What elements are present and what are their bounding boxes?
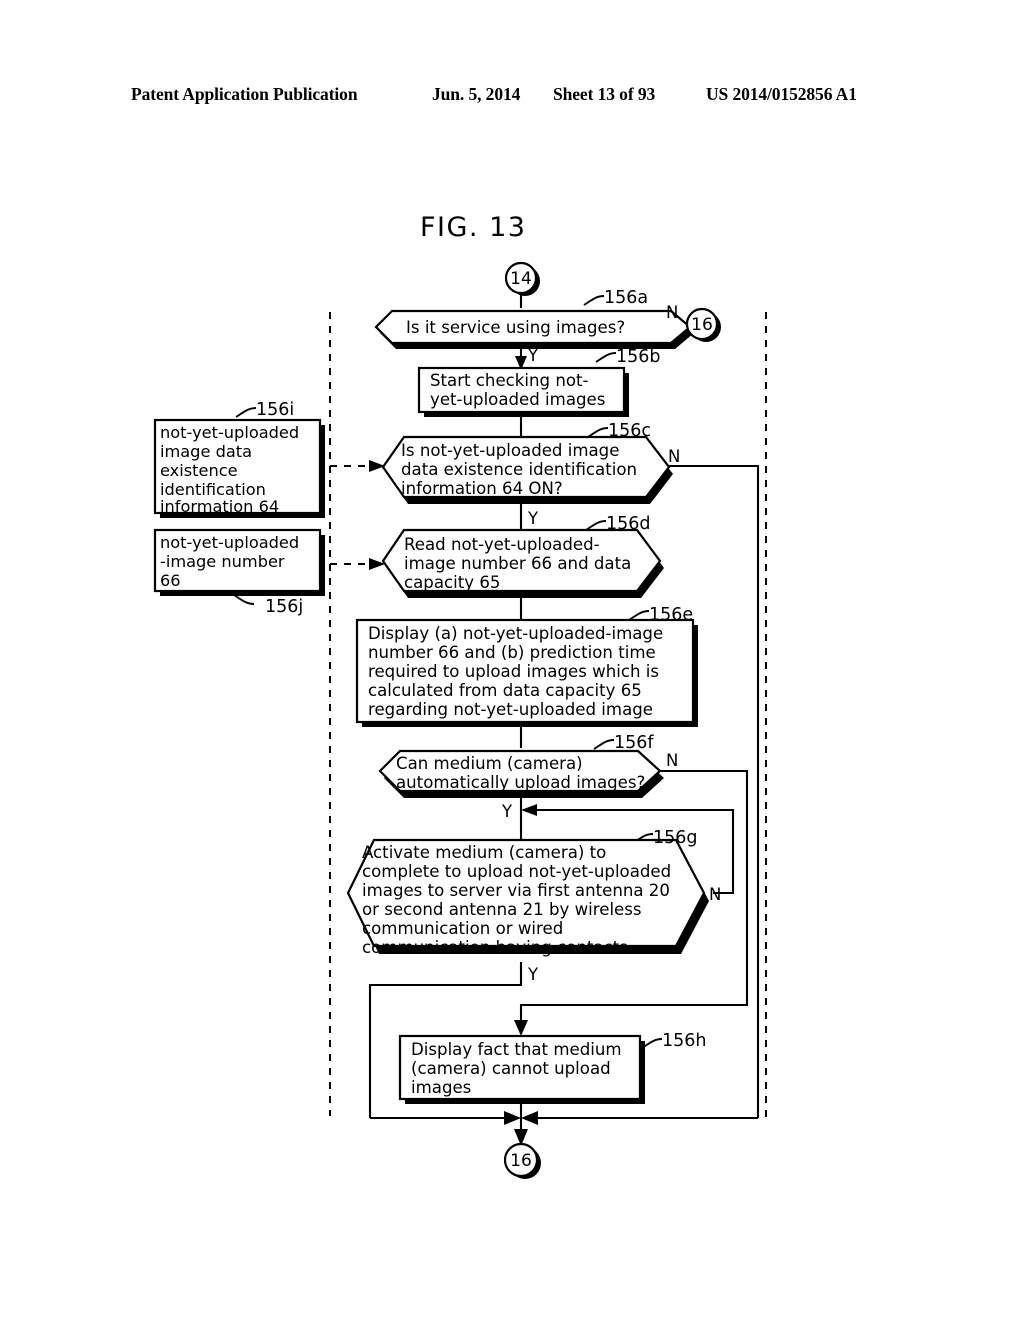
node-156h-line-1: (camera) cannot upload (411, 1059, 611, 1078)
node-156b-line-0: Start checking not- (430, 371, 589, 390)
node-156g[interactable]: Activate medium (camera) to complete to … (346, 828, 709, 957)
arrowhead-156h-top (514, 1020, 528, 1036)
wire-156c-no-bypass (664, 464, 760, 1118)
node-156c-line-2: information 64 ON? (401, 479, 563, 498)
branch-label-156g-no: N (709, 885, 721, 904)
node-156c-line-0: Is not-yet-uploaded image (401, 441, 619, 460)
node-156d[interactable]: Read not-yet-uploaded- image number 66 a… (381, 514, 664, 598)
node-156i[interactable]: not-yet-uploaded image data existence id… (153, 400, 325, 518)
node-156i-ref: 156i (256, 400, 294, 420)
node-156f-line-0: Can medium (camera) (396, 754, 583, 773)
node-156j-line-1: -image number (160, 552, 285, 571)
branch-label-156a-no: N (666, 303, 678, 322)
node-156d-line-2: capacity 65 (404, 573, 500, 592)
arrowhead-merge-right (521, 1111, 538, 1125)
node-156f-ref: 156f (614, 733, 654, 753)
flowchart-diagram: Is it service using images? 156a Start c… (153, 261, 767, 1179)
node-156e-line-1: number 66 and (b) prediction time (368, 643, 656, 662)
node-156i-line-4: information 64 (160, 497, 279, 516)
node-156e-line-2: required to upload images which is (368, 662, 659, 681)
node-156f-line-1: automatically upload images? (396, 773, 645, 792)
branch-label-156a-yes: Y (527, 346, 539, 365)
node-156g-line-5: communication having contacts (362, 938, 628, 957)
node-156g-ref: 156g (653, 828, 698, 848)
leader-156d (585, 520, 607, 531)
leader-156b (595, 352, 617, 363)
node-156h-line-0: Display fact that medium (411, 1040, 622, 1059)
branch-label-156f-yes: Y (501, 802, 513, 821)
node-156a[interactable]: Is it service using images? 156a (374, 288, 694, 349)
leader-156a (583, 295, 605, 306)
node-156e-ref: 156e (649, 605, 693, 625)
node-156i-line-1: image data (160, 442, 252, 461)
node-156b-ref: 156b (616, 347, 661, 367)
leader-156c (587, 427, 609, 438)
connector-16-right[interactable]: 16 (685, 307, 721, 342)
leader-156e (628, 610, 650, 621)
node-156a-ref: 156a (604, 288, 648, 308)
node-156e[interactable]: Display (a) not-yet-uploaded-image numbe… (355, 605, 698, 727)
connector-16-bottom-label: 16 (510, 1151, 532, 1171)
node-156h-ref: 156h (662, 1031, 707, 1051)
node-156d-ref: 156d (606, 514, 651, 534)
node-156g-line-1: complete to upload not-yet-uploaded (362, 862, 671, 881)
node-156d-line-1: image number 66 and data (404, 554, 631, 573)
node-156h[interactable]: Display fact that medium (camera) cannot… (398, 1031, 707, 1104)
node-156e-line-3: calculated from data capacity 65 (368, 681, 642, 700)
leader-156f (593, 739, 615, 750)
node-156j[interactable]: not-yet-uploaded -image number 66 156j (153, 528, 325, 617)
connector-14[interactable]: 14 (504, 261, 540, 296)
node-156c-line-1: data existence identification (401, 460, 637, 479)
branch-label-156g-yes: Y (527, 965, 539, 984)
node-156g-line-4: communication or wired (362, 919, 563, 938)
node-156b-line-1: yet-uploaded images (430, 390, 605, 409)
node-156g-line-2: images to server via first antenna 20 (362, 881, 670, 900)
branch-label-156c-yes: Y (527, 509, 539, 528)
node-156c[interactable]: Is not-yet-uploaded image data existence… (381, 421, 673, 504)
node-156e-line-4: regarding not-yet-uploaded image (368, 700, 653, 719)
node-156g-line-3: or second antenna 21 by wireless (362, 900, 642, 919)
branch-label-156c-no: N (668, 447, 680, 466)
node-156c-ref: 156c (608, 421, 651, 441)
leader-156i (235, 407, 257, 418)
node-156i-line-0: not-yet-uploaded (160, 423, 299, 442)
connector-14-label: 14 (510, 269, 532, 289)
node-156h-line-2: images (411, 1078, 471, 1097)
node-156e-line-0: Display (a) not-yet-uploaded-image (368, 624, 663, 643)
connector-16-bottom[interactable]: 16 (503, 1142, 541, 1179)
branch-label-156f-no: N (666, 751, 678, 770)
node-156g-line-0: Activate medium (camera) to (362, 843, 606, 862)
leader-156j (233, 594, 255, 605)
node-156d-line-0: Read not-yet-uploaded- (404, 535, 600, 554)
node-156a-label: Is it service using images? (406, 318, 625, 337)
connector-16-right-label: 16 (691, 315, 713, 335)
arrowhead-merge-left (504, 1111, 521, 1125)
node-156j-line-2: 66 (160, 571, 181, 590)
node-156j-ref: 156j (265, 597, 303, 617)
arrowhead-156g-loopback (521, 804, 537, 816)
node-156b[interactable]: Start checking not- yet-uploaded images … (417, 347, 661, 417)
node-156i-line-2: existence (160, 461, 238, 480)
node-156j-line-0: not-yet-uploaded (160, 533, 299, 552)
